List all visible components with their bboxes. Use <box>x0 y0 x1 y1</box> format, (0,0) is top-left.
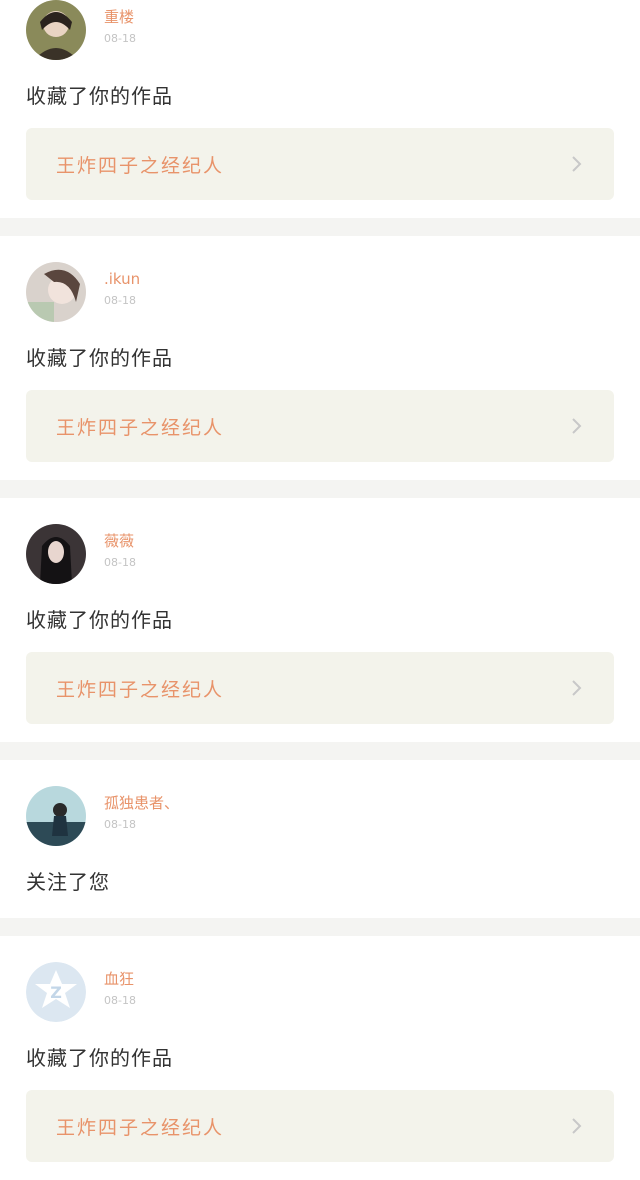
notification-header: Z 血狂 08-18 <box>26 936 614 1024</box>
action-text: 收藏了你的作品 <box>26 608 173 632</box>
notification-card: Z 血狂 08-18 收藏了你的作品 王炸四子之经纪人 <box>0 936 640 1180</box>
svg-text:Z: Z <box>50 983 62 1002</box>
avatar[interactable] <box>26 262 86 322</box>
work-title: 王炸四子之经纪人 <box>56 1116 225 1139</box>
user-meta: 薇薇 08-18 <box>104 524 136 569</box>
action-text: 关注了您 <box>26 870 110 894</box>
user-meta: 血狂 08-18 <box>104 962 136 1007</box>
timestamp: 08-18 <box>104 294 136 307</box>
notification-header: 薇薇 08-18 <box>26 498 614 586</box>
work-link[interactable]: 王炸四子之经纪人 <box>26 652 614 724</box>
username[interactable]: 重楼 <box>104 6 136 28</box>
user-meta: 孤独患者、 08-18 <box>104 786 179 831</box>
notification-card: 薇薇 08-18 收藏了你的作品 王炸四子之经纪人 <box>0 498 640 742</box>
avatar[interactable] <box>26 524 86 584</box>
username[interactable]: .ikun <box>104 268 140 290</box>
timestamp: 08-18 <box>104 32 136 45</box>
notification-header: 孤独患者、 08-18 <box>26 760 614 848</box>
notification-header: 重楼 08-18 <box>26 0 614 62</box>
user-meta: 重楼 08-18 <box>104 0 136 45</box>
avatar-default-icon[interactable]: Z <box>26 962 86 1022</box>
action-text: 收藏了你的作品 <box>26 346 173 370</box>
username[interactable]: 孤独患者、 <box>104 792 179 814</box>
notification-card: 重楼 08-18 收藏了你的作品 王炸四子之经纪人 <box>0 0 640 218</box>
action-text: 收藏了你的作品 <box>26 1046 173 1070</box>
work-link[interactable]: 王炸四子之经纪人 <box>26 128 614 200</box>
user-meta: .ikun 08-18 <box>104 262 140 307</box>
work-title: 王炸四子之经纪人 <box>56 678 225 701</box>
timestamp: 08-18 <box>104 818 136 831</box>
username[interactable]: 血狂 <box>104 968 136 990</box>
chevron-right-icon <box>572 1118 582 1134</box>
timestamp: 08-18 <box>104 556 136 569</box>
notification-header: .ikun 08-18 <box>26 236 614 324</box>
avatar[interactable] <box>26 786 86 846</box>
username[interactable]: 薇薇 <box>104 530 136 552</box>
timestamp: 08-18 <box>104 994 136 1007</box>
notification-card: .ikun 08-18 收藏了你的作品 王炸四子之经纪人 <box>0 236 640 480</box>
chevron-right-icon <box>572 680 582 696</box>
notification-feed: 重楼 08-18 收藏了你的作品 王炸四子之经纪人 .ikun 08-18 收藏… <box>0 0 640 1180</box>
work-title: 王炸四子之经纪人 <box>56 154 225 177</box>
work-link[interactable]: 王炸四子之经纪人 <box>26 390 614 462</box>
avatar[interactable] <box>26 0 86 60</box>
action-text: 收藏了你的作品 <box>26 84 173 108</box>
chevron-right-icon <box>572 156 582 172</box>
chevron-right-icon <box>572 418 582 434</box>
work-title: 王炸四子之经纪人 <box>56 416 225 439</box>
work-link[interactable]: 王炸四子之经纪人 <box>26 1090 614 1162</box>
notification-card: 孤独患者、 08-18 关注了您 <box>0 760 640 918</box>
